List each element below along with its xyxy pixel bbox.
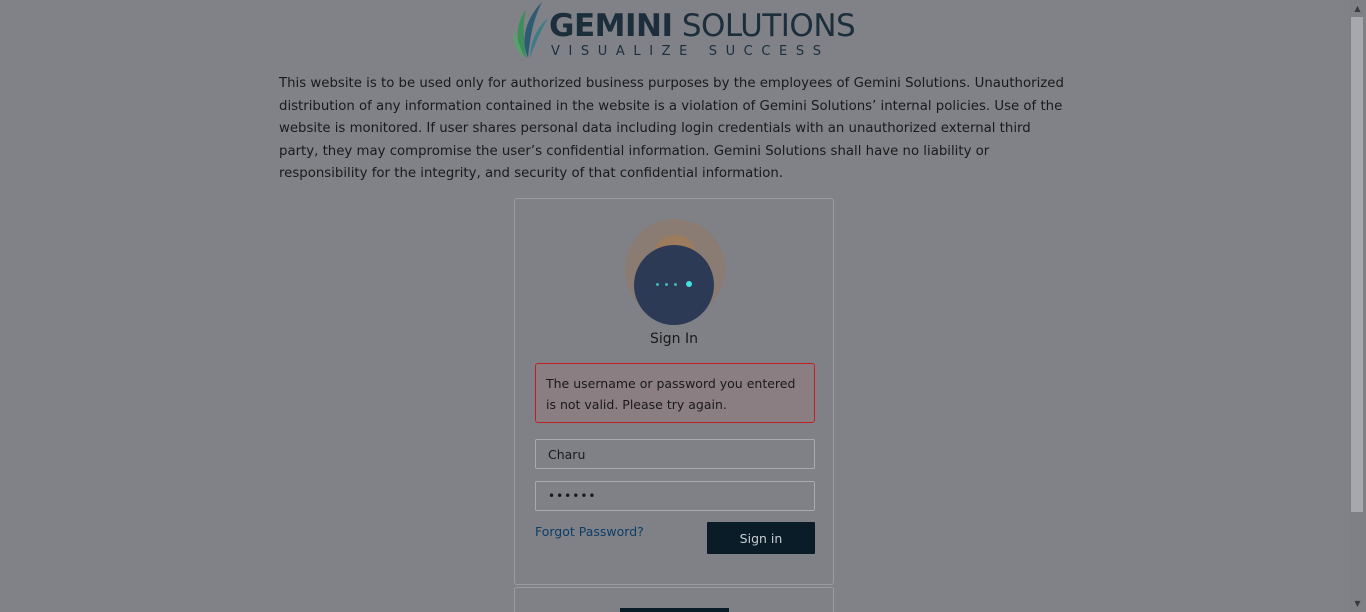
disclaimer-text: This website is to be used only for auth…: [279, 76, 1064, 181]
logo-title-rest: SOLUTIONS: [672, 8, 856, 44]
secondary-card: [514, 587, 834, 612]
signin-title: Sign In: [650, 331, 698, 347]
logo-title-bold: GEMINI: [549, 8, 673, 44]
signin-button[interactable]: Sign in: [707, 522, 815, 554]
logo-title: GEMINI SOLUTIONS: [549, 8, 856, 44]
loading-dot: [674, 283, 677, 286]
secondary-button[interactable]: [620, 608, 729, 612]
scroll-down-icon[interactable]: ▼: [1349, 595, 1366, 612]
vertical-scrollbar[interactable]: ▲ ▼: [1349, 0, 1366, 612]
loading-dot: [656, 283, 659, 286]
scrollbar-thumb[interactable]: [1351, 17, 1363, 512]
leaf-logo-icon: [513, 2, 548, 58]
loading-dot: [665, 283, 668, 286]
scroll-up-icon[interactable]: ▲: [1349, 0, 1366, 17]
gemini-logo: GEMINI SOLUTIONS VISUALIZE SUCCESS: [512, 0, 856, 62]
logo-tagline: VISUALIZE SUCCESS: [551, 44, 830, 59]
username-input[interactable]: [535, 439, 815, 469]
page: GEMINI SOLUTIONS VISUALIZE SUCCESS This …: [0, 0, 1349, 612]
login-card: Sign In The username or password you ent…: [514, 198, 834, 585]
forgot-password-link[interactable]: Forgot Password?: [535, 524, 644, 539]
loading-dot-active: [686, 281, 692, 287]
loading-dots-icon: [634, 245, 714, 325]
login-error-message: The username or password you entered is …: [535, 363, 815, 423]
password-input[interactable]: ••••••: [535, 481, 815, 511]
